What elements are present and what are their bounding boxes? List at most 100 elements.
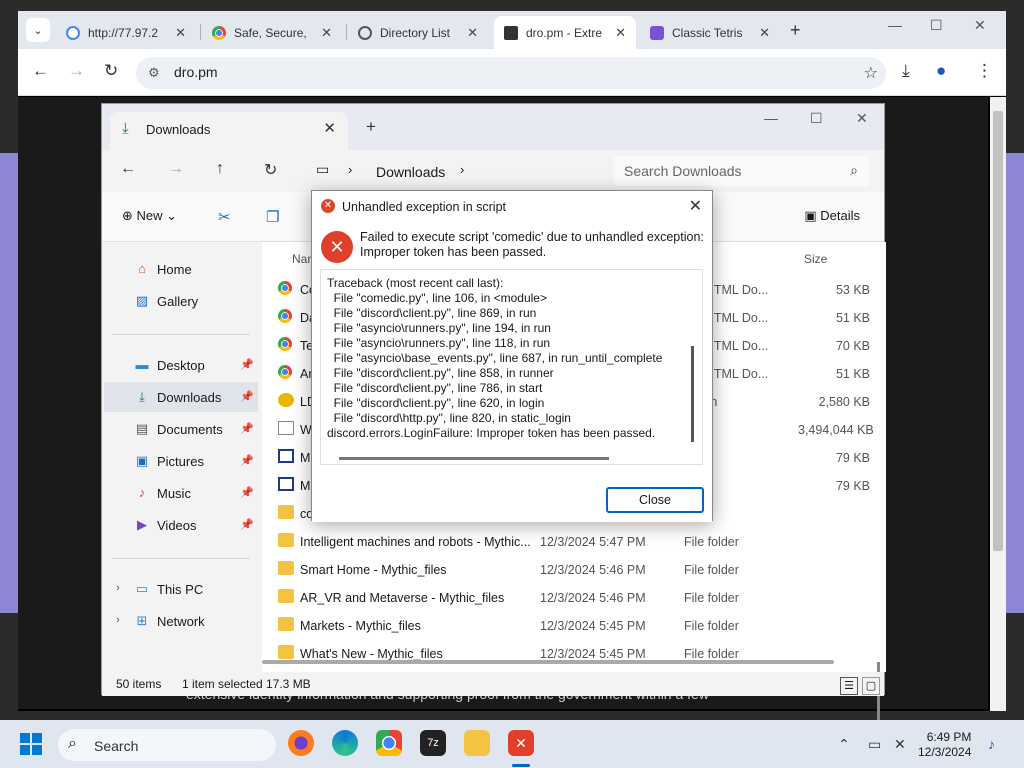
file-row[interactable]: Smart Home - Mythic_files 12/3/2024 5:46 … <box>278 556 868 584</box>
file-type: File folder <box>684 647 739 661</box>
page-scrollbar[interactable] <box>990 97 1006 711</box>
pin-icon[interactable]: 📌 <box>240 518 254 531</box>
file-type: File folder <box>684 563 739 577</box>
close-tab-icon[interactable]: ✕ <box>615 25 626 41</box>
sidebar-item-documents[interactable]: ▤ Documents 📌 <box>104 414 258 444</box>
clock[interactable]: 6:49 PM 12/3/2024 <box>918 730 971 760</box>
pin-icon[interactable]: 📌 <box>240 454 254 467</box>
close-window-button[interactable]: ✕ <box>974 17 986 34</box>
explorer-tab[interactable]: ⤓ Downloads ✕ <box>110 112 348 150</box>
tiles-view-icon[interactable]: ▢ <box>862 677 880 695</box>
firefox-icon[interactable] <box>288 730 314 756</box>
close-tab-icon[interactable]: ✕ <box>175 25 186 41</box>
copy-icon[interactable]: ❐ <box>266 208 279 226</box>
home-icon: ⌂ <box>138 261 146 276</box>
download-icon[interactable]: ⤓ <box>902 61 910 81</box>
sidebar-item-home[interactable]: ⌂ Home <box>104 254 258 284</box>
forward-button[interactable]: → <box>168 160 184 178</box>
sidebar-item-music[interactable]: ♪ Music 📌 <box>104 478 258 508</box>
traceback-box[interactable]: Traceback (most recent call last): File … <box>320 269 703 465</box>
dialog-titlebar: ✕ Unhandled exception in script ✕ <box>312 191 712 221</box>
profile-icon[interactable]: ● <box>936 61 946 81</box>
pin-icon[interactable]: 📌 <box>240 422 254 435</box>
traceback-text: Traceback (most recent call last): File … <box>327 276 663 440</box>
browser-tab[interactable]: Directory List ✕ <box>348 16 488 49</box>
refresh-button[interactable]: ↻ <box>264 160 277 180</box>
file-row[interactable]: Intelligent machines and robots - Mythic… <box>278 528 868 556</box>
folder-icon <box>278 617 294 631</box>
details-button[interactable]: ▣ Details <box>804 208 860 224</box>
sidebar-item-desktop[interactable]: ▬ Desktop 📌 <box>104 350 258 380</box>
file-size: 70 KB <box>835 339 870 353</box>
forward-button[interactable]: → <box>68 61 85 81</box>
file-size: 79 KB <box>835 479 870 493</box>
address-bar[interactable]: ⚙ dro.pm ☆ <box>136 57 886 89</box>
browser-tab[interactable]: Classic Tetris ✕ <box>640 16 780 49</box>
pin-icon[interactable]: 📌 <box>240 486 254 499</box>
column-header-size[interactable]: Size <box>804 252 827 266</box>
network-tray-icon[interactable]: ▭ <box>868 736 881 753</box>
browser-tab-active[interactable]: dro.pm - Extre ✕ <box>494 16 636 49</box>
file-row[interactable]: AR_VR and Metaverse - Mythic_files 12/3/2… <box>278 584 868 612</box>
new-tab-button[interactable]: + <box>790 20 801 41</box>
chevron-right-icon[interactable]: › <box>116 614 120 626</box>
sidebar-item-videos[interactable]: ▶ Videos 📌 <box>104 510 258 540</box>
cut-icon[interactable]: ✂ <box>218 208 231 226</box>
chevron-right-icon[interactable]: › <box>116 582 120 594</box>
minimize-button[interactable]: — <box>888 17 902 33</box>
notification-bell-icon[interactable]: ♪ <box>988 736 995 752</box>
edge-icon[interactable] <box>332 730 358 756</box>
search-icon: ⌕ <box>850 162 858 178</box>
new-button[interactable]: ⊕ New ⌄ <box>122 208 177 224</box>
sidebar-item-gallery[interactable]: ▨ Gallery <box>104 286 258 316</box>
sidebar-item-pictures[interactable]: ▣ Pictures 📌 <box>104 446 258 476</box>
close-tab-icon[interactable]: ✕ <box>321 25 332 41</box>
search-input[interactable]: Search Downloads ⌕ <box>614 156 870 186</box>
horizontal-scrollbar[interactable] <box>262 660 834 664</box>
taskbar-search[interactable]: ⌕ Search <box>58 729 276 761</box>
7zip-icon[interactable]: 7z <box>420 730 446 756</box>
file-row[interactable]: Markets - Mythic_files 12/3/2024 5:45 PM F… <box>278 612 868 640</box>
error-icon: ✕ <box>321 231 353 263</box>
maximize-button[interactable]: ☐ <box>810 110 823 127</box>
site-info-icon[interactable]: ⚙ <box>148 65 160 81</box>
chevron-up-icon[interactable]: ⌃ <box>838 736 850 753</box>
file-explorer-icon[interactable] <box>464 730 490 756</box>
menu-icon[interactable]: ⋮ <box>976 61 993 81</box>
explorer-navbar: ← → ↑ ↻ ▭ › Downloads › Search Downloads… <box>102 150 884 192</box>
maximize-button[interactable]: ☐ <box>930 17 943 34</box>
breadcrumb[interactable]: ▭ › Downloads › <box>312 158 604 186</box>
explorer-titlebar: ⤓ Downloads ✕ + — ☐ ✕ <box>102 104 884 150</box>
browser-tab[interactable]: http://77.97.2 ✕ <box>56 16 196 49</box>
close-dialog-button[interactable]: ✕ <box>689 196 702 216</box>
chrome-icon <box>212 25 226 40</box>
file-date: 12/3/2024 5:45 PM <box>540 619 646 633</box>
tab-search-dropdown[interactable]: ⌄ <box>26 18 50 42</box>
close-button[interactable]: Close <box>606 487 704 513</box>
close-tab-icon[interactable]: ✕ <box>759 25 770 41</box>
close-tab-icon[interactable]: ✕ <box>467 25 478 41</box>
close-window-button[interactable]: ✕ <box>856 110 868 127</box>
sidebar-item-thispc[interactable]: › ▭ This PC <box>104 574 258 604</box>
back-button[interactable]: ← <box>32 61 49 81</box>
minimize-button[interactable]: — <box>764 110 778 126</box>
pin-icon[interactable]: 📌 <box>240 358 254 371</box>
reload-button[interactable]: ↻ <box>104 61 118 81</box>
start-button[interactable] <box>20 733 42 755</box>
sidebar-item-downloads[interactable]: ⤓ Downloads 📌 <box>104 382 258 412</box>
bookmark-star-icon[interactable]: ☆ <box>864 63 878 83</box>
traceback-hscroll[interactable] <box>339 457 609 460</box>
details-view-icon[interactable]: ☰ <box>840 677 858 695</box>
new-tab-button[interactable]: + <box>366 117 376 137</box>
volume-muted-icon[interactable]: ✕ <box>894 736 906 753</box>
sidebar-item-network[interactable]: › ⊞ Network <box>104 606 258 636</box>
error-app-icon[interactable]: ✕ <box>508 730 534 756</box>
up-button[interactable]: ↑ <box>216 160 224 178</box>
pin-icon[interactable]: 📌 <box>240 390 254 403</box>
back-button[interactable]: ← <box>120 160 136 178</box>
chrome-icon[interactable] <box>376 730 402 756</box>
video-icon: ▶ <box>137 517 147 532</box>
close-tab-icon[interactable]: ✕ <box>323 119 336 137</box>
browser-tab[interactable]: Safe, Secure, ✕ <box>202 16 342 49</box>
traceback-vscroll[interactable] <box>691 346 694 442</box>
